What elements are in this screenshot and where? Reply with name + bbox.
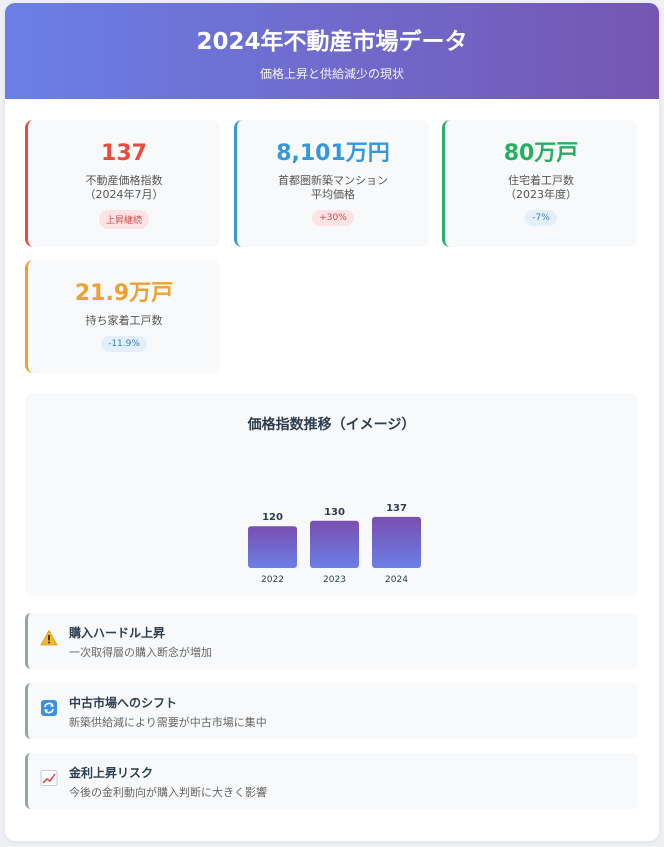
bar-category-label: 2023 [323,575,346,585]
stat-value: 21.9万戸 [74,281,174,306]
page-title: 2024年不動産市場データ [196,29,468,55]
point-title: 金利上昇リスク [69,766,154,780]
stat-label: 不動産価格指数 （2024年7月） [84,174,164,201]
bar-category-label: 2024 [385,575,408,585]
point-description: 新築供給減により需要が中古市場に集中 [69,716,267,729]
header-banner: 2024年不動産市場データ 価格上昇と供給減少の現状 [5,3,659,99]
point-title: 購入ハードル上昇 [69,626,166,640]
bar-value-label: 120 [262,512,283,523]
stat-value: 80万戸 [503,141,579,166]
bar-category-label: 2022 [261,575,284,585]
bar-2024 [372,516,421,568]
stat-badge: 上昇継続 [98,210,149,229]
chart-panel: 価格指数推移（イメージ） 120 2022 130 2023 137 2024 [25,393,638,596]
stat-badge: -7% [525,210,557,226]
stat-value: 8,101万円 [276,141,390,166]
stat-label: 持ち家着工戸数 [85,314,163,327]
refresh-icon [41,700,57,716]
bar-2022 [248,526,297,568]
bar-value-label: 130 [324,507,345,518]
bar-chart: 120 2022 130 2023 137 2024 [248,503,421,585]
point-used-market-shift: 中古市場へのシフト 新築供給減により需要が中古市場に集中 [25,683,638,739]
point-description: 今後の金利動向が購入判断に大きく影響 [69,786,267,799]
warning-icon [40,629,58,646]
infographic-card: 2024年不動産市場データ 価格上昇と供給減少の現状 137 不動産価格指数 （… [5,3,659,841]
point-title: 中古市場へのシフト [69,696,178,710]
stat-card-owner-housing: 21.9万戸 持ち家着工戸数 -11.9% [25,260,220,373]
stat-badge: -11.9% [101,336,147,352]
bar-2023 [310,520,359,568]
stat-card-housing-starts: 80万戸 住宅着工戸数 （2023年度） -7% [442,120,637,247]
point-description: 一次取得層の購入断念が増加 [69,646,212,659]
stat-card-price-index: 137 不動産価格指数 （2024年7月） 上昇継続 [25,120,220,247]
page-subtitle: 価格上昇と供給減少の現状 [259,67,404,81]
point-purchase-hurdle: 購入ハードル上昇 一次取得層の購入断念が増加 [25,613,638,669]
point-interest-rate-risk: 金利上昇リスク 今後の金利動向が購入判断に大きく影響 [25,753,638,809]
stat-label: 首都圏新築マンション 平均価格 [278,174,388,201]
stat-card-condo-price: 8,101万円 首都圏新築マンション 平均価格 +30% [234,120,429,247]
chart-up-icon [40,770,58,786]
stat-badge: +30% [312,210,354,226]
bar-value-label: 137 [386,503,407,514]
stat-value: 137 [101,141,147,166]
stat-label: 住宅着工戸数 （2023年度） [505,174,577,201]
